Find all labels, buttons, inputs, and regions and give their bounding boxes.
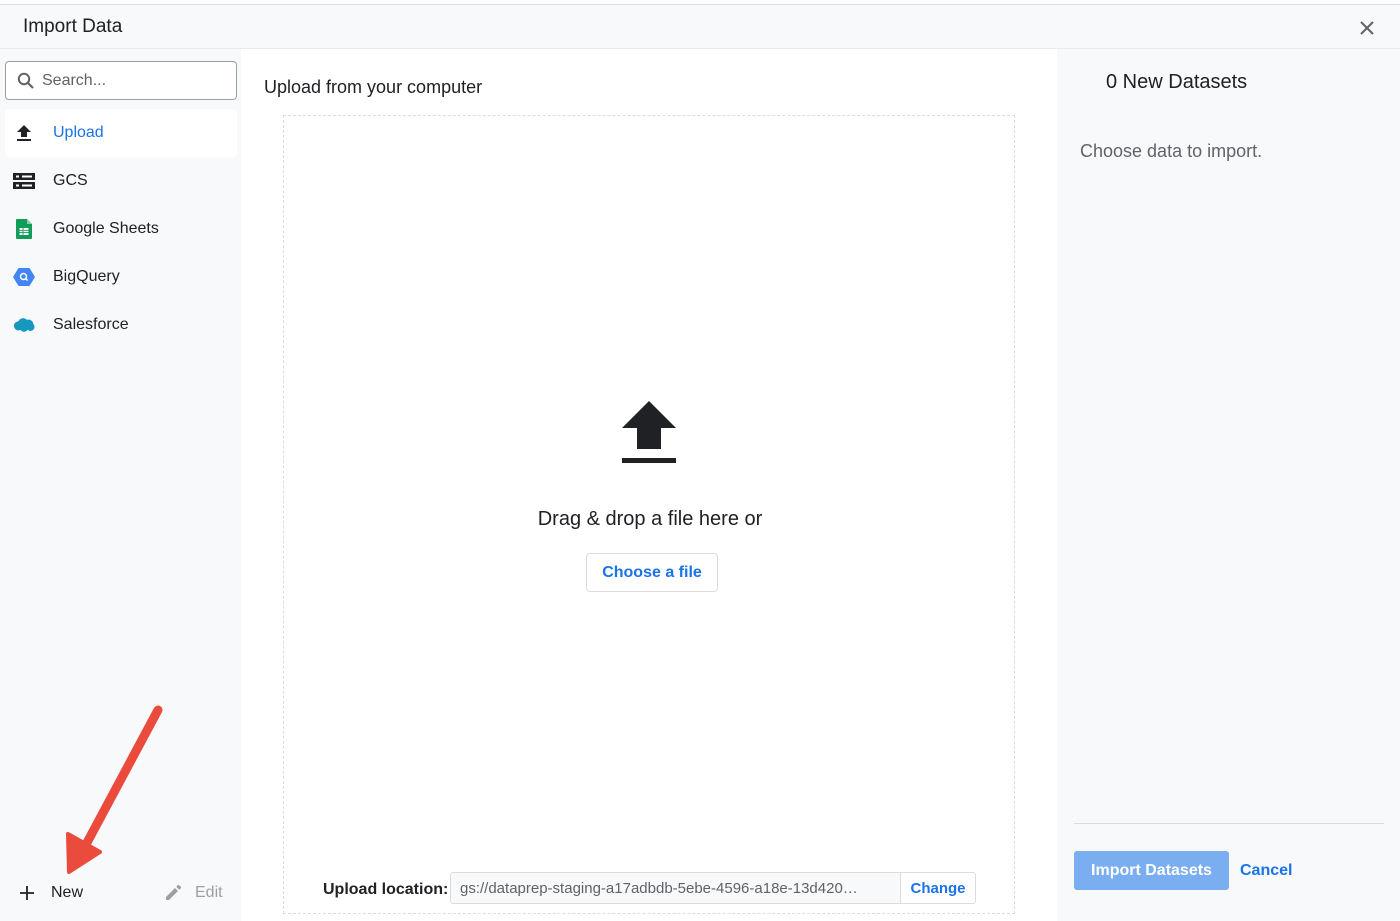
dialog-header: Import Data	[0, 5, 1400, 49]
sidebar-item-upload[interactable]: Upload	[5, 109, 237, 157]
upload-heading: Upload from your computer	[264, 77, 483, 97]
sidebar-item-label: Google Sheets	[53, 220, 159, 237]
new-datasets-count: 0 New Datasets	[1106, 71, 1248, 93]
change-location-button[interactable]: Change	[900, 872, 976, 904]
plus-icon	[20, 882, 38, 904]
sidebar-item-label: Salesforce	[53, 316, 129, 333]
cancel-button[interactable]: Cancel	[1240, 851, 1292, 890]
footer-divider	[1074, 823, 1384, 824]
salesforce-cloud-icon	[13, 314, 35, 336]
new-connection-button[interactable]: New	[20, 881, 83, 905]
sidebar-item-label: Upload	[53, 124, 104, 141]
dialog-title: Import Data	[23, 16, 123, 37]
sidebar-item-salesforce[interactable]: Salesforce	[5, 301, 237, 349]
sidebar-footer: New Edit	[0, 869, 241, 917]
upload-location-value: gs://dataprep-staging-a17adbdb-5ebe-4596…	[460, 880, 858, 897]
upload-panel: Upload from your computer Drag & drop a …	[241, 49, 1057, 921]
sidebar-item-gcs[interactable]: GCS	[5, 157, 237, 205]
upload-location-label: Upload location:	[323, 881, 449, 898]
import-datasets-button[interactable]: Import Datasets	[1074, 851, 1229, 890]
sidebar-item-label: BigQuery	[53, 268, 120, 285]
large-upload-icon	[620, 399, 678, 467]
search-box	[5, 61, 237, 100]
choose-file-button[interactable]: Choose a file	[586, 553, 718, 592]
close-icon[interactable]	[1356, 17, 1378, 39]
gcs-storage-icon	[13, 170, 35, 192]
source-list: Upload GCS Google Sheets BigQuery Salesf…	[5, 109, 237, 349]
file-dropzone[interactable]: Drag & drop a file here or Choose a file…	[283, 115, 1015, 914]
new-button-label: New	[51, 884, 84, 901]
dropzone-prompt: Drag & drop a file here or	[537, 508, 763, 530]
search-icon	[17, 72, 35, 90]
import-data-dialog: Import Data Upload GCS	[0, 4, 1400, 921]
sidebar-item-google-sheets[interactable]: Google Sheets	[5, 205, 237, 253]
google-sheets-icon	[13, 218, 35, 240]
upload-location-field: gs://dataprep-staging-a17adbdb-5ebe-4596…	[450, 872, 901, 904]
edit-button-label: Edit	[195, 884, 223, 901]
datasets-panel: 0 New Datasets Choose data to import. Im…	[1057, 49, 1400, 921]
empty-state-hint: Choose data to import.	[1080, 141, 1263, 161]
search-input[interactable]	[42, 68, 232, 94]
sidebar-item-label: GCS	[53, 172, 88, 189]
edit-connection-button[interactable]: Edit	[164, 881, 223, 905]
source-sidebar: Upload GCS Google Sheets BigQuery	[0, 49, 241, 921]
sidebar-item-bigquery[interactable]: BigQuery	[5, 253, 237, 301]
bigquery-icon	[13, 266, 35, 288]
pencil-icon	[166, 884, 182, 900]
upload-icon	[13, 122, 35, 144]
